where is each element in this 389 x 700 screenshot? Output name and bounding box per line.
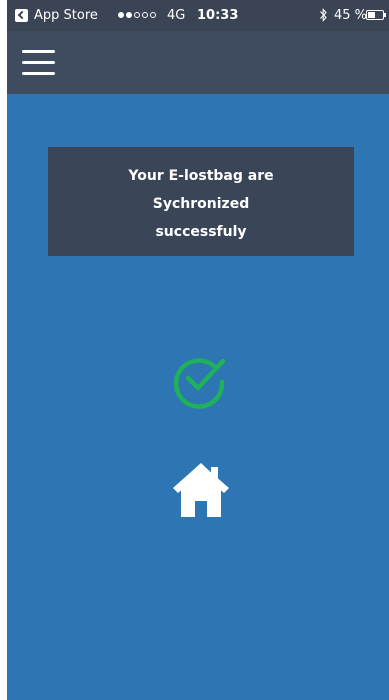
message-line-1: Your E-lostbag are — [128, 168, 274, 184]
signal-dot — [134, 12, 140, 18]
status-time: 10:33 — [197, 8, 239, 23]
message-line-3: successfuly — [155, 224, 247, 240]
battery-icon — [366, 10, 386, 20]
app-screen: App Store 4G 10:33 45 % Your E-lostbag a… — [0, 0, 389, 700]
bluetooth-icon — [320, 8, 327, 22]
check-circle-icon — [173, 358, 226, 409]
battery-percent: 45 % — [334, 8, 368, 23]
sync-success-message: Your E-lostbag are Sychronized successfu… — [48, 147, 354, 256]
top-navbar — [7, 31, 389, 94]
status-carrier[interactable]: App Store — [34, 0, 98, 31]
signal-dot — [150, 12, 156, 18]
message-line-2: Sychronized — [152, 196, 250, 212]
signal-dot — [126, 12, 132, 18]
left-edge-strip — [0, 0, 7, 700]
menu-bar — [22, 50, 55, 53]
signal-dot — [118, 12, 124, 18]
menu-bar — [22, 61, 55, 64]
status-bar: App Store 4G 10:33 45 % — [7, 0, 389, 31]
menu-bar — [22, 72, 55, 75]
status-network: 4G — [167, 8, 186, 23]
signal-dot — [142, 12, 148, 18]
signal-strength-icon — [118, 12, 156, 18]
hamburger-menu-icon[interactable] — [22, 49, 55, 77]
app-store-back-icon[interactable] — [15, 9, 28, 22]
home-icon[interactable] — [171, 461, 231, 519]
